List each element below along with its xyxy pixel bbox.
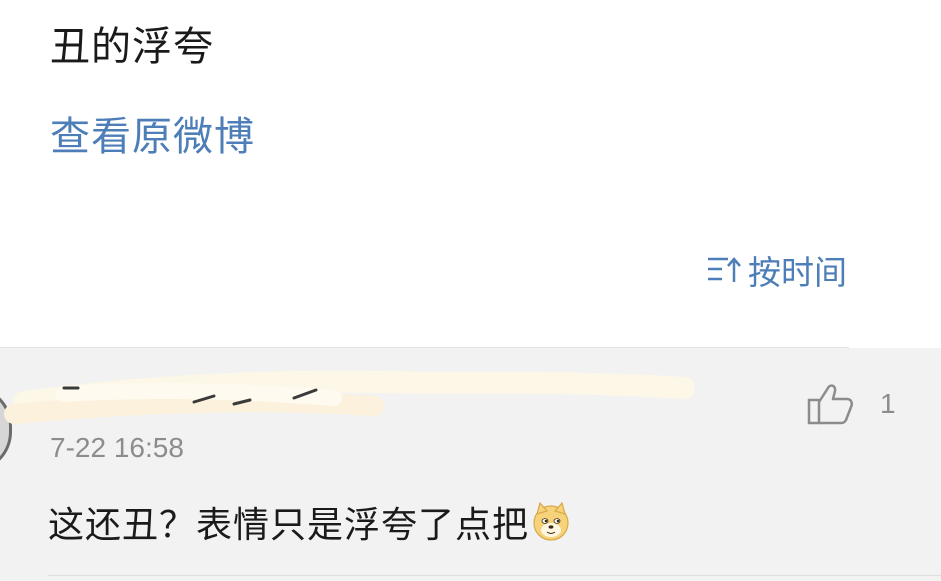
- comment-text-container: 这还丑？表情只是浮夸了点把: [48, 496, 571, 548]
- comment-timestamp: 7-22 16:58: [50, 432, 184, 463]
- sort-icon: [706, 254, 742, 286]
- doge-emoji: [533, 502, 569, 541]
- redaction-scribble: [4, 370, 694, 424]
- comment-item: 7-22 16:58 1 这还丑？表情只是浮夸了点把: [0, 348, 941, 581]
- avatar[interactable]: [0, 386, 12, 472]
- comment-text: 这还丑？表情只是浮夸了点把: [48, 505, 530, 546]
- comment-divider: [48, 575, 941, 576]
- view-original-link[interactable]: 查看原微博: [50, 104, 255, 162]
- sort-by-time-button[interactable]: 按时间: [706, 246, 847, 294]
- sort-label: 按时间: [748, 253, 847, 292]
- like-count: 1: [880, 388, 896, 419]
- post-text: 丑的浮夸: [50, 24, 214, 70]
- thumbs-up-icon: [807, 384, 854, 425]
- like-button[interactable]: 1: [806, 382, 896, 426]
